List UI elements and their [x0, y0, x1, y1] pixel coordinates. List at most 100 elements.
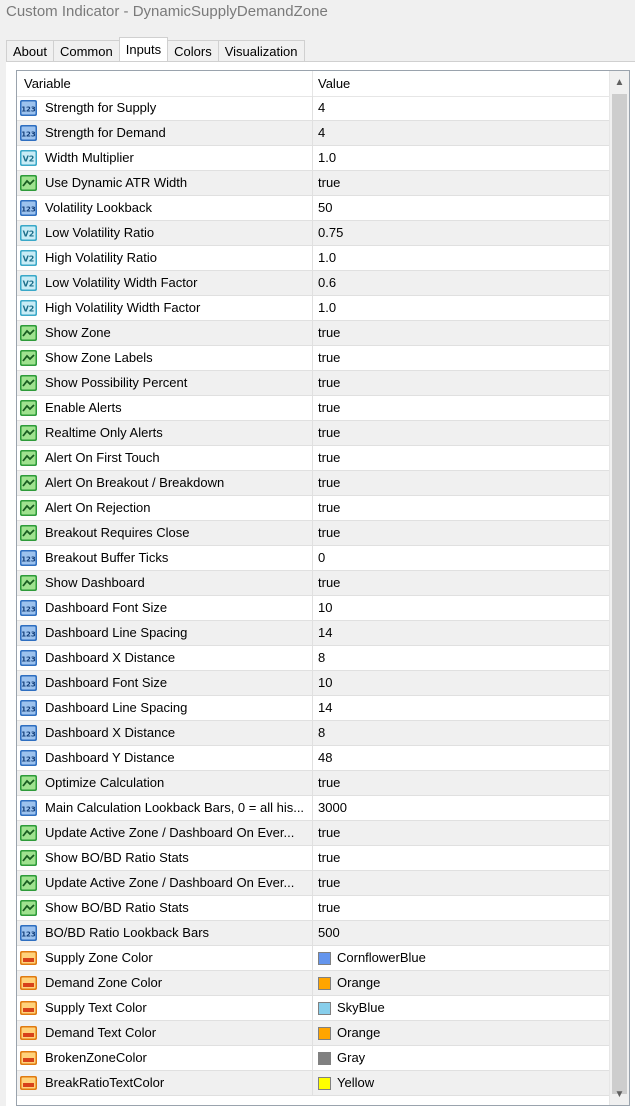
value-cell[interactable]: true	[313, 396, 609, 420]
value-cell[interactable]: 3000	[313, 796, 609, 820]
value-cell[interactable]: 14	[313, 696, 609, 720]
table-row[interactable]: V2 Low Volatility Width Factor 0.6	[17, 271, 609, 296]
value-cell[interactable]: Gray	[313, 1046, 609, 1070]
column-header-variable[interactable]: Variable	[17, 71, 313, 96]
table-row[interactable]: Use Dynamic ATR Width true	[17, 171, 609, 196]
value-cell[interactable]: 10	[313, 671, 609, 695]
table-row[interactable]: Enable Alerts true	[17, 396, 609, 421]
table-row[interactable]: Supply Zone Color CornflowerBlue	[17, 946, 609, 971]
table-row[interactable]: Breakout Requires Close true	[17, 521, 609, 546]
table-row[interactable]: V2 Low Volatility Ratio 0.75	[17, 221, 609, 246]
table-row[interactable]: V2 High Volatility Ratio 1.0	[17, 246, 609, 271]
value-cell[interactable]: SkyBlue	[313, 996, 609, 1020]
table-row[interactable]: Update Active Zone / Dashboard On Ever..…	[17, 821, 609, 846]
tab-common[interactable]: Common	[52, 40, 120, 61]
value-cell[interactable]: 0.6	[313, 271, 609, 295]
value-cell[interactable]: 4	[313, 121, 609, 145]
value-cell[interactable]: 50	[313, 196, 609, 220]
value-cell[interactable]: true	[313, 896, 609, 920]
value-cell[interactable]: true	[313, 471, 609, 495]
table-row[interactable]: Optimize Calculation true	[17, 771, 609, 796]
table-row[interactable]: 123 Dashboard Font Size 10	[17, 596, 609, 621]
color-swatch[interactable]	[318, 1077, 331, 1090]
value-cell[interactable]: 500	[313, 921, 609, 945]
tab-inputs[interactable]: Inputs	[118, 37, 169, 61]
value-cell[interactable]: 1.0	[313, 246, 609, 270]
table-row[interactable]: Alert On Breakout / Breakdown true	[17, 471, 609, 496]
table-row[interactable]: BreakRatioTextColor Yellow	[17, 1071, 609, 1096]
value-cell[interactable]: 1.0	[313, 146, 609, 170]
variable-cell: Breakout Requires Close	[17, 521, 313, 545]
table-row[interactable]: Show Zone Labels true	[17, 346, 609, 371]
value-cell[interactable]: true	[313, 571, 609, 595]
vertical-scrollbar[interactable]: ▲ ▼	[609, 71, 629, 1105]
table-row[interactable]: Show Dashboard true	[17, 571, 609, 596]
table-row[interactable]: Realtime Only Alerts true	[17, 421, 609, 446]
value-cell[interactable]: true	[313, 496, 609, 520]
column-header-value[interactable]: Value	[313, 71, 609, 96]
value-cell[interactable]: 14	[313, 621, 609, 645]
variable-label: Alert On First Touch	[45, 450, 160, 465]
value-cell[interactable]: 8	[313, 646, 609, 670]
value-cell[interactable]: true	[313, 771, 609, 795]
value-cell[interactable]: 4	[313, 96, 609, 120]
table-row[interactable]: 123 Strength for Demand 4	[17, 121, 609, 146]
table-row[interactable]: 123 BO/BD Ratio Lookback Bars 500	[17, 921, 609, 946]
value-cell[interactable]: true	[313, 421, 609, 445]
table-row[interactable]: 123 Dashboard Font Size 10	[17, 671, 609, 696]
tab-colors[interactable]: Colors	[167, 40, 219, 61]
value-cell[interactable]: true	[313, 371, 609, 395]
table-row[interactable]: BrokenZoneColor Gray	[17, 1046, 609, 1071]
scroll-up-arrow-icon[interactable]: ▲	[610, 71, 629, 93]
value-cell[interactable]: true	[313, 846, 609, 870]
table-row[interactable]: Show Zone true	[17, 321, 609, 346]
value-cell[interactable]: true	[313, 521, 609, 545]
table-row[interactable]: 123 Breakout Buffer Ticks 0	[17, 546, 609, 571]
table-row[interactable]: 123 Dashboard Line Spacing 14	[17, 696, 609, 721]
table-row[interactable]: 123 Dashboard Line Spacing 14	[17, 621, 609, 646]
value-cell[interactable]: 1.0	[313, 296, 609, 320]
value-cell[interactable]: true	[313, 446, 609, 470]
value-cell[interactable]: true	[313, 871, 609, 895]
value-cell[interactable]: 10	[313, 596, 609, 620]
value-cell[interactable]: true	[313, 321, 609, 345]
value-cell[interactable]: true	[313, 821, 609, 845]
table-row[interactable]: 123 Dashboard X Distance 8	[17, 721, 609, 746]
scrollbar-thumb[interactable]	[612, 94, 627, 1094]
table-row[interactable]: Update Active Zone / Dashboard On Ever..…	[17, 871, 609, 896]
value-cell[interactable]: 48	[313, 746, 609, 770]
table-row[interactable]: Alert On First Touch true	[17, 446, 609, 471]
table-row[interactable]: 123 Dashboard X Distance 8	[17, 646, 609, 671]
table-row[interactable]: Demand Text Color Orange	[17, 1021, 609, 1046]
color-swatch[interactable]	[318, 1027, 331, 1040]
table-row[interactable]: Alert On Rejection true	[17, 496, 609, 521]
tab-about[interactable]: About	[6, 40, 54, 61]
table-row[interactable]: 123 Volatility Lookback 50	[17, 196, 609, 221]
color-swatch[interactable]	[318, 1052, 331, 1065]
table-row[interactable]: Show BO/BD Ratio Stats true	[17, 896, 609, 921]
table-row[interactable]: Show BO/BD Ratio Stats true	[17, 846, 609, 871]
color-swatch[interactable]	[318, 952, 331, 965]
color-swatch[interactable]	[318, 977, 331, 990]
table-row[interactable]: V2 High Volatility Width Factor 1.0	[17, 296, 609, 321]
variable-label: Low Volatility Width Factor	[45, 275, 198, 290]
table-row[interactable]: 123 Main Calculation Lookback Bars, 0 = a…	[17, 796, 609, 821]
value-cell[interactable]: Orange	[313, 971, 609, 995]
value-cell[interactable]: Orange	[313, 1021, 609, 1045]
value-cell[interactable]: true	[313, 171, 609, 195]
tab-visualization[interactable]: Visualization	[217, 40, 305, 61]
value-cell[interactable]: 0.75	[313, 221, 609, 245]
table-row[interactable]: Demand Zone Color Orange	[17, 971, 609, 996]
value-cell[interactable]: Yellow	[313, 1071, 609, 1095]
table-row[interactable]: Show Possibility Percent true	[17, 371, 609, 396]
table-row[interactable]: Supply Text Color SkyBlue	[17, 996, 609, 1021]
table-row[interactable]: 123 Dashboard Y Distance 48	[17, 746, 609, 771]
scroll-down-arrow-icon[interactable]: ▼	[610, 1083, 629, 1105]
value-cell[interactable]: CornflowerBlue	[313, 946, 609, 970]
value-cell[interactable]: true	[313, 346, 609, 370]
color-swatch[interactable]	[318, 1002, 331, 1015]
table-row[interactable]: V2 Width Multiplier 1.0	[17, 146, 609, 171]
table-row[interactable]: 123 Strength for Supply 4	[17, 96, 609, 121]
value-cell[interactable]: 0	[313, 546, 609, 570]
value-cell[interactable]: 8	[313, 721, 609, 745]
